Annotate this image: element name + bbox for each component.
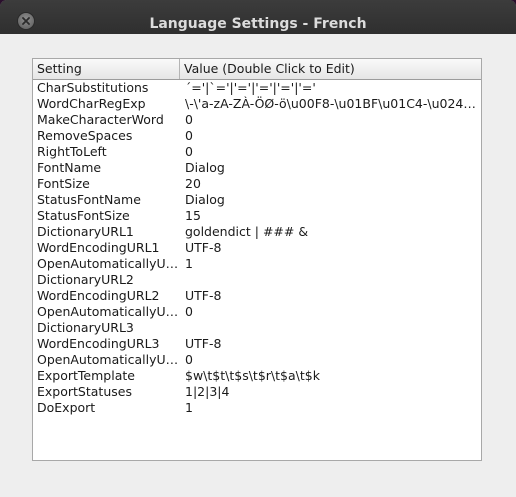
setting-name-cell[interactable]: OpenAutomaticallyURL3 <box>33 352 180 368</box>
setting-value-cell[interactable]: 1 <box>181 256 479 272</box>
setting-name-cell[interactable]: ExportTemplate <box>33 368 180 384</box>
table-row[interactable]: StatusFontName Dialog <box>33 192 481 208</box>
table-row[interactable]: OpenAutomaticallyURL2 0 <box>33 304 481 320</box>
setting-name-cell[interactable]: RemoveSpaces <box>33 128 180 144</box>
table-row[interactable]: RightToLeft 0 <box>33 144 481 160</box>
setting-name-cell[interactable]: FontSize <box>33 176 180 192</box>
setting-name-cell[interactable]: StatusFontName <box>33 192 180 208</box>
setting-name-cell[interactable]: DictionaryURL3 <box>33 320 180 336</box>
table-row[interactable]: DoExport 1 <box>33 400 481 416</box>
setting-name-cell[interactable]: StatusFontSize <box>33 208 180 224</box>
setting-value-cell[interactable]: 0 <box>181 144 479 160</box>
setting-value-cell[interactable]: 1|2|3|4 <box>181 384 479 400</box>
table-row[interactable]: ExportStatuses 1|2|3|4 <box>33 384 481 400</box>
setting-name-cell[interactable]: CharSubstitutions <box>33 80 180 96</box>
setting-name-cell[interactable]: WordCharRegExp <box>33 96 180 112</box>
table-row[interactable]: WordEncodingURL2 UTF-8 <box>33 288 481 304</box>
column-header-setting[interactable]: Setting <box>33 59 180 79</box>
table-row[interactable]: DictionaryURL2 <box>33 272 481 288</box>
column-header-value[interactable]: Value (Double Click to Edit) <box>180 59 481 79</box>
setting-value-cell[interactable]: 0 <box>181 128 479 144</box>
table-row[interactable]: ExportTemplate $w\t$t\t$s\t$r\t$a\t$k <box>33 368 481 384</box>
setting-value-cell[interactable]: Dialog <box>181 192 479 208</box>
title-bar[interactable]: Language Settings - French <box>0 0 516 34</box>
setting-value-cell[interactable]: UTF-8 <box>181 240 479 256</box>
table-row[interactable]: WordEncodingURL1 UTF-8 <box>33 240 481 256</box>
setting-value-cell[interactable]: \-\'a-zA-ZÀ-ÖØ-ö\u00F8-\u01BF\u01C4-\u02… <box>181 96 479 112</box>
setting-value-cell[interactable] <box>181 272 479 288</box>
setting-name-cell[interactable]: FontName <box>33 160 180 176</box>
setting-name-cell[interactable]: DictionaryURL2 <box>33 272 180 288</box>
table-row[interactable]: RemoveSpaces 0 <box>33 128 481 144</box>
setting-name-cell[interactable]: DoExport <box>33 400 180 416</box>
setting-value-cell[interactable]: 0 <box>181 112 479 128</box>
table-row[interactable]: OpenAutomaticallyURL3 0 <box>33 352 481 368</box>
setting-name-cell[interactable]: WordEncodingURL3 <box>33 336 180 352</box>
setting-value-cell[interactable]: 20 <box>181 176 479 192</box>
table-row[interactable]: MakeCharacterWord 0 <box>33 112 481 128</box>
setting-value-cell[interactable]: $w\t$t\t$s\t$r\t$a\t$k <box>181 368 479 384</box>
setting-value-cell[interactable]: UTF-8 <box>181 288 479 304</box>
setting-value-cell[interactable]: ´='|`='|'='|'='|'='|'=' <box>181 80 479 96</box>
setting-name-cell[interactable]: WordEncodingURL2 <box>33 288 180 304</box>
setting-value-cell[interactable]: goldendict | ### & <box>181 224 479 240</box>
table-row[interactable]: WordEncodingURL3 UTF-8 <box>33 336 481 352</box>
setting-value-cell[interactable]: 1 <box>181 400 479 416</box>
setting-name-cell[interactable]: RightToLeft <box>33 144 180 160</box>
setting-name-cell[interactable]: OpenAutomaticallyURL1 <box>33 256 180 272</box>
window-content: Setting Value (Double Click to Edit) Cha… <box>0 34 516 497</box>
setting-value-cell[interactable]: UTF-8 <box>181 336 479 352</box>
table-row[interactable]: StatusFontSize 15 <box>33 208 481 224</box>
setting-name-cell[interactable]: WordEncodingURL1 <box>33 240 180 256</box>
setting-value-cell[interactable]: 0 <box>181 352 479 368</box>
table-row[interactable]: OpenAutomaticallyURL1 1 <box>33 256 481 272</box>
setting-value-cell[interactable]: 15 <box>181 208 479 224</box>
table-header: Setting Value (Double Click to Edit) <box>33 59 481 80</box>
settings-window: Language Settings - French Setting Value… <box>0 0 516 497</box>
table-row[interactable]: FontName Dialog <box>33 160 481 176</box>
setting-name-cell[interactable]: DictionaryURL1 <box>33 224 180 240</box>
table-row[interactable]: FontSize 20 <box>33 176 481 192</box>
setting-value-cell[interactable]: Dialog <box>181 160 479 176</box>
setting-name-cell[interactable]: MakeCharacterWord <box>33 112 180 128</box>
setting-name-cell[interactable]: OpenAutomaticallyURL2 <box>33 304 180 320</box>
setting-value-cell[interactable] <box>181 320 479 336</box>
window-title: Language Settings - French <box>149 16 367 32</box>
table-row[interactable]: DictionaryURL3 <box>33 320 481 336</box>
table-row[interactable]: WordCharRegExp \-\'a-zA-ZÀ-ÖØ-ö\u00F8-\u0… <box>33 96 481 112</box>
setting-value-cell[interactable]: 0 <box>181 304 479 320</box>
table-row[interactable]: DictionaryURL1 goldendict | ### & <box>33 224 481 240</box>
settings-table: Setting Value (Double Click to Edit) Cha… <box>32 58 482 461</box>
table-row[interactable]: CharSubstitutions ´='|`='|'='|'='|'='|'=' <box>33 80 481 96</box>
setting-name-cell[interactable]: ExportStatuses <box>33 384 180 400</box>
table-body: CharSubstitutions ´='|`='|'='|'='|'='|'='… <box>33 80 481 416</box>
